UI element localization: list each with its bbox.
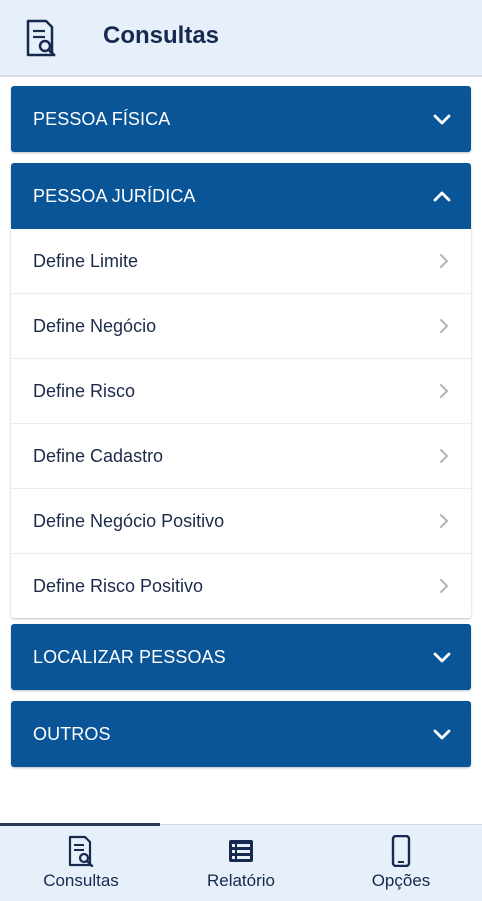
list-item-label: Define Limite — [33, 250, 139, 271]
phone-icon — [391, 835, 411, 867]
chevron-right-icon — [440, 449, 448, 463]
section-localizar-pessoas[interactable]: LOCALIZAR PESSOAS — [11, 624, 471, 690]
list-icon — [229, 840, 253, 862]
section-pessoa-juridica: PESSOA JURÍDICA Define Limite Define Neg… — [11, 163, 471, 618]
app-header: Consultas — [0, 0, 482, 77]
nav-item-relatorio[interactable]: Relatório — [161, 825, 321, 901]
list-item-label: Define Risco — [33, 380, 136, 401]
nav-item-consultas[interactable]: Consultas — [1, 825, 161, 901]
nav-label: Opções — [371, 871, 431, 890]
section-header[interactable]: PESSOA JURÍDICA — [11, 163, 471, 229]
chevron-up-icon — [433, 191, 451, 202]
list-item-define-risco[interactable]: Define Risco — [11, 358, 471, 423]
chevron-right-icon — [440, 384, 448, 398]
chevron-down-icon — [433, 729, 451, 740]
list-item-label: Define Negócio — [33, 315, 157, 336]
section-header[interactable]: OUTROS — [11, 701, 471, 767]
section-header[interactable]: PESSOA FÍSICA — [11, 86, 471, 152]
list-item-define-limite[interactable]: Define Limite — [11, 229, 471, 293]
section-items: Define Limite Define Negócio Define Risc… — [11, 229, 471, 618]
chevron-down-icon — [433, 114, 451, 125]
section-label: OUTROS — [33, 723, 111, 744]
section-pessoa-fisica[interactable]: PESSOA FÍSICA — [11, 86, 471, 152]
chevron-right-icon — [440, 319, 448, 333]
list-item-label: Define Cadastro — [33, 445, 164, 466]
bottom-navigation: Consultas Relatório Opções — [0, 823, 482, 901]
section-label: PESSOA FÍSICA — [33, 108, 171, 129]
list-item-define-negocio-positivo[interactable]: Define Negócio Positivo — [11, 488, 471, 553]
page-title: Consultas — [103, 22, 220, 49]
list-item-define-cadastro[interactable]: Define Cadastro — [11, 423, 471, 488]
chevron-right-icon — [440, 579, 448, 593]
section-header[interactable]: LOCALIZAR PESSOAS — [11, 624, 471, 690]
list-item-label: Define Risco Positivo — [33, 575, 204, 596]
nav-label: Consultas — [43, 871, 119, 890]
section-outros[interactable]: OUTROS — [11, 701, 471, 767]
nav-label: Relatório — [206, 871, 276, 890]
section-label: PESSOA JURÍDICA — [33, 185, 196, 206]
chevron-right-icon — [440, 514, 448, 528]
list-item-define-negocio[interactable]: Define Negócio — [11, 293, 471, 358]
chevron-down-icon — [433, 652, 451, 663]
list-item-label: Define Negócio Positivo — [33, 510, 225, 531]
document-search-icon — [26, 19, 56, 57]
nav-item-opcoes[interactable]: Opções — [321, 825, 481, 901]
document-search-icon — [68, 835, 94, 867]
chevron-right-icon — [440, 254, 448, 268]
section-label: LOCALIZAR PESSOAS — [33, 646, 226, 667]
list-item-define-risco-positivo[interactable]: Define Risco Positivo — [11, 553, 471, 618]
